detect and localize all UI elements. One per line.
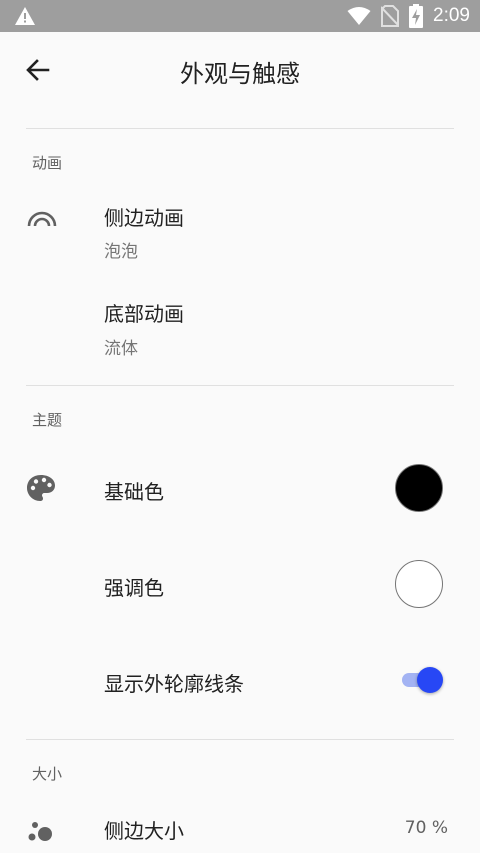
section-header-size: 大小 bbox=[32, 765, 63, 783]
status-bar: 2:09 bbox=[0, 0, 480, 32]
side-animation-title: 侧边动画 bbox=[104, 206, 184, 230]
accent-color-swatch[interactable] bbox=[395, 560, 443, 608]
show-outline-toggle[interactable] bbox=[400, 665, 446, 695]
bottom-animation-value: 流体 bbox=[104, 339, 138, 359]
toggle-thumb bbox=[417, 667, 443, 693]
bottom-animation-title: 底部动画 bbox=[104, 302, 184, 326]
battery-charging-icon bbox=[409, 4, 424, 28]
section-header-animation: 动画 bbox=[32, 154, 63, 172]
rainbow-arc-icon bbox=[27, 211, 57, 227]
status-time: 2:09 bbox=[433, 5, 470, 26]
side-animation-value: 泡泡 bbox=[104, 242, 138, 262]
bubbles-icon bbox=[28, 822, 52, 841]
palette-icon bbox=[27, 475, 55, 501]
warning-icon bbox=[15, 7, 35, 25]
accent-color-title: 强调色 bbox=[104, 576, 164, 600]
base-color-swatch[interactable] bbox=[395, 464, 443, 512]
base-color-title: 基础色 bbox=[104, 480, 164, 504]
page-title: 外观与触感 bbox=[180, 60, 300, 88]
side-size-title: 侧边大小 bbox=[104, 819, 184, 843]
divider bbox=[26, 128, 454, 129]
section-header-theme: 主题 bbox=[32, 411, 63, 429]
app-bar: 外观与触感 bbox=[0, 32, 480, 108]
divider bbox=[26, 739, 454, 740]
side-size-value: 70 % bbox=[404, 818, 448, 838]
show-outline-title: 显示外轮廓线条 bbox=[104, 672, 244, 696]
wifi-icon bbox=[347, 7, 371, 25]
no-sim-icon bbox=[381, 5, 400, 27]
divider bbox=[26, 385, 454, 386]
